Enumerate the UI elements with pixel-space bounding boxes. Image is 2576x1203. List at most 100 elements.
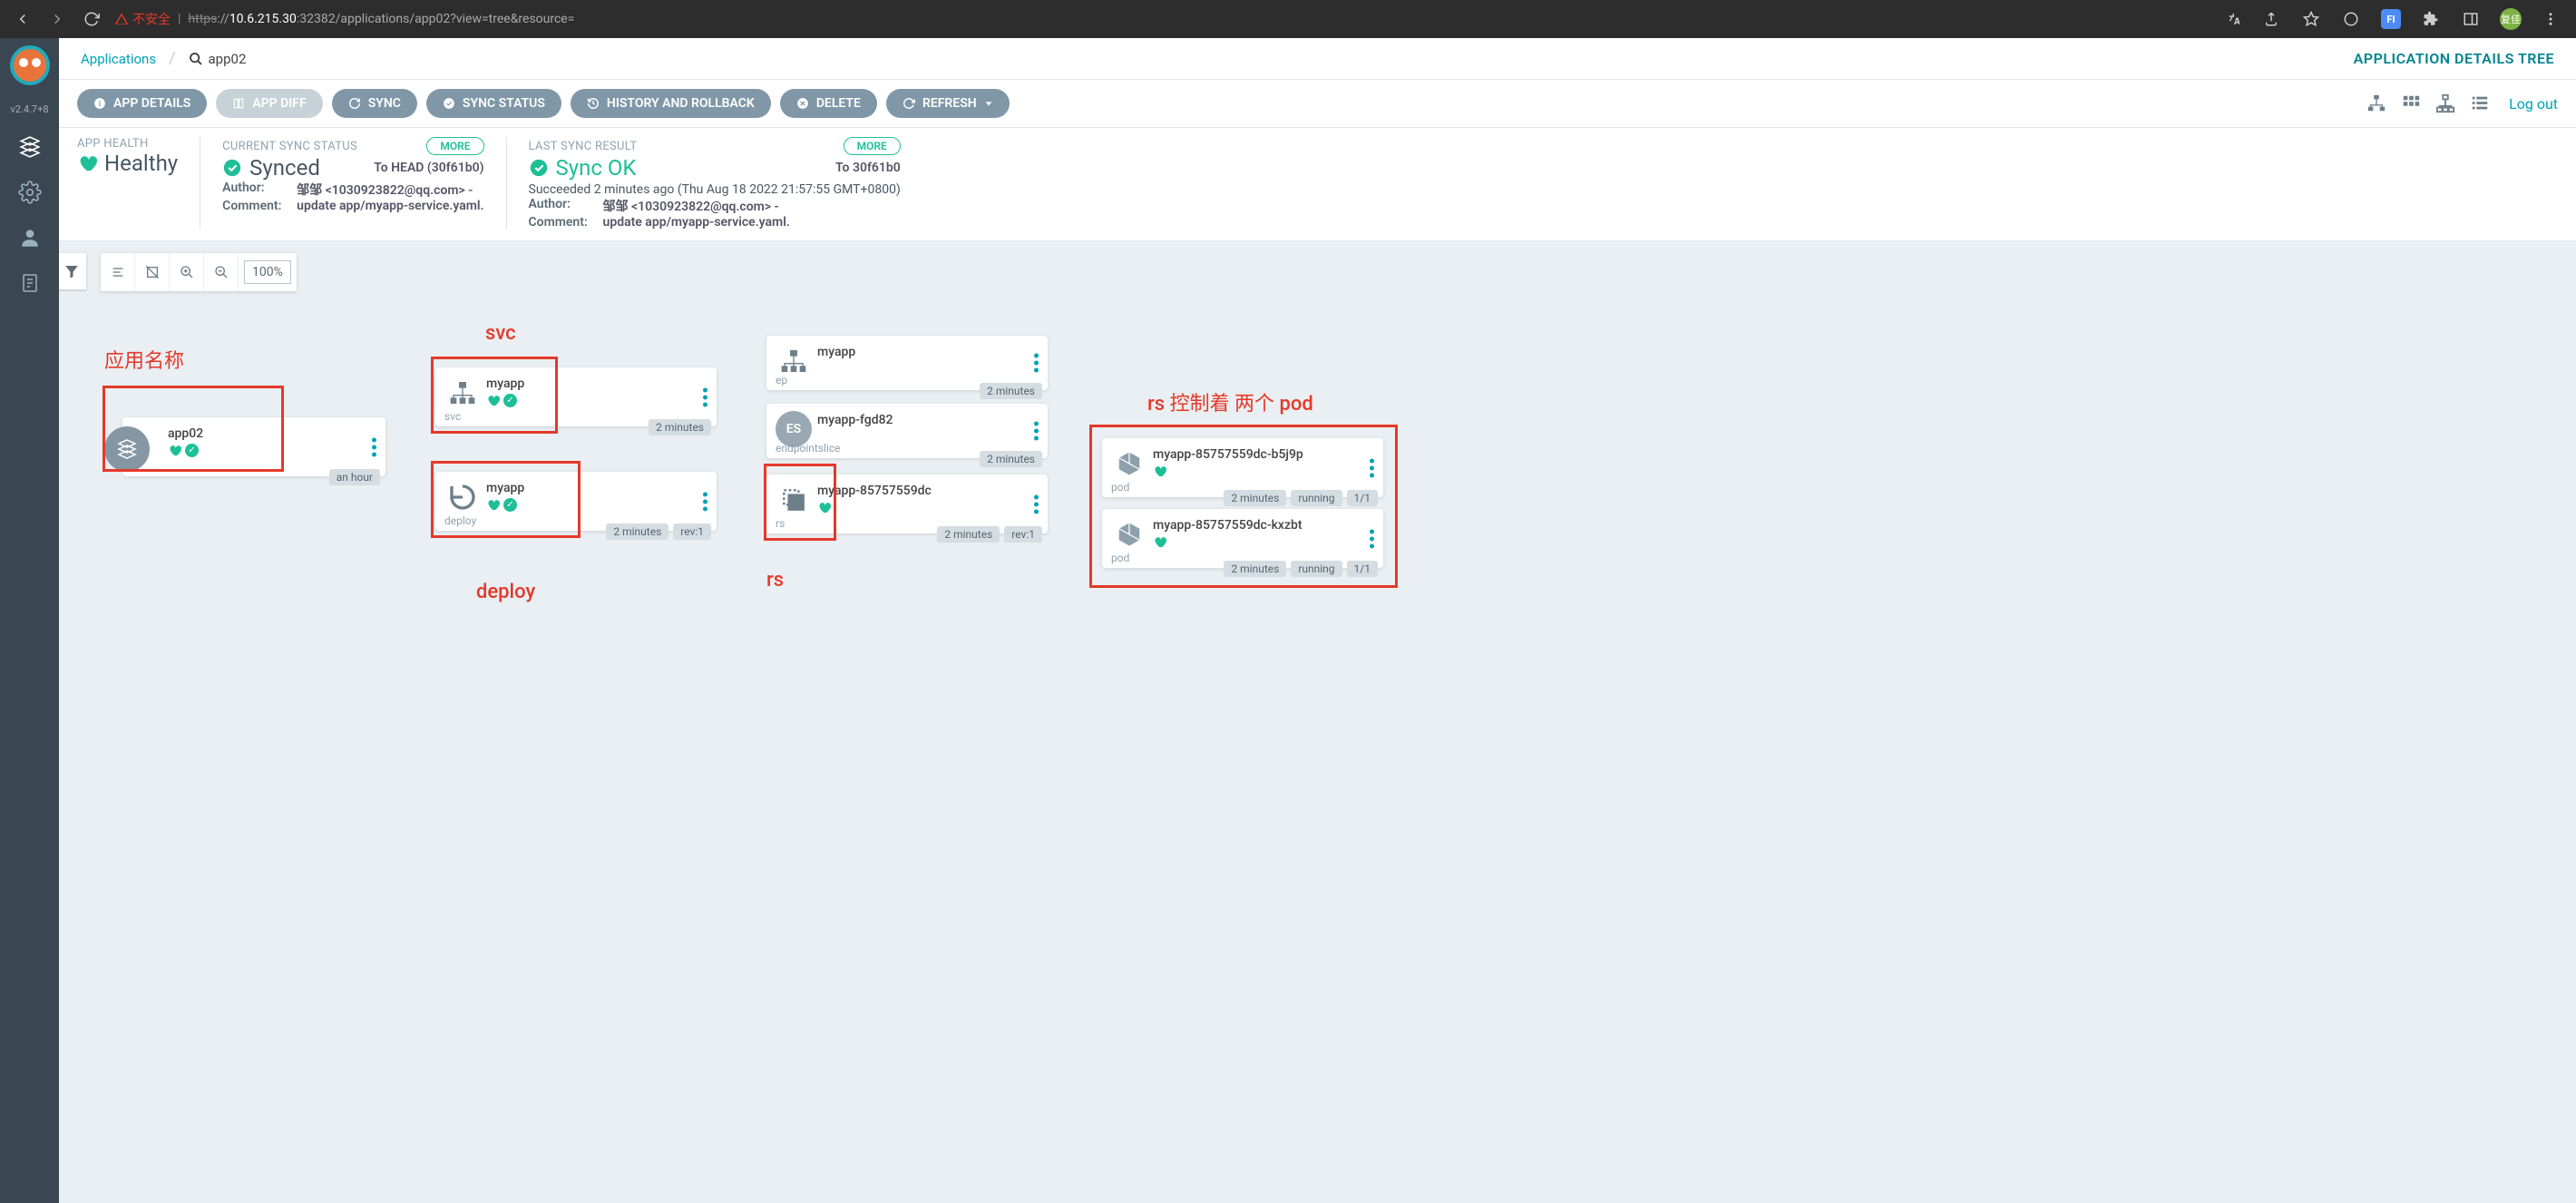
annotation-appname: 应用名称 <box>104 345 184 374</box>
star-icon[interactable] <box>2297 5 2326 34</box>
sidebar-user-icon[interactable] <box>16 224 44 251</box>
node-menu-icon[interactable] <box>1034 354 1039 373</box>
circle-icon[interactable] <box>2337 5 2366 34</box>
zoom-bar: 100% <box>101 253 297 291</box>
forward-icon[interactable] <box>45 7 69 31</box>
zoom-pct[interactable]: 100% <box>244 260 291 284</box>
status-last-sync: LAST SYNC RESULT MORE Sync OK To 30f61b0… <box>529 137 922 230</box>
pod-icon <box>1111 516 1147 553</box>
logo-icon[interactable] <box>10 45 50 85</box>
panel-icon[interactable] <box>2456 5 2485 34</box>
view-list-icon[interactable] <box>2467 91 2493 116</box>
delete-icon <box>796 97 809 110</box>
align-icon[interactable] <box>101 253 135 291</box>
breadcrumb-root[interactable]: Applications <box>81 51 156 67</box>
node-menu-icon[interactable] <box>703 492 707 511</box>
node-menu-icon[interactable] <box>372 437 376 456</box>
app-diff-button[interactable]: APP DIFF <box>216 89 322 118</box>
history-icon <box>587 97 600 110</box>
heart-icon <box>77 153 97 173</box>
breadcrumb-sep: / <box>169 49 175 68</box>
version-text: v2.4.7+8 <box>10 103 48 115</box>
sync-button[interactable]: SYNC <box>332 89 417 118</box>
page-title: APPLICATION DETAILS TREE <box>2354 50 2554 67</box>
filter-icon[interactable] <box>59 253 86 289</box>
zoom-out-icon[interactable] <box>204 253 239 291</box>
history-button[interactable]: HISTORY AND ROLLBACK <box>571 89 771 118</box>
annotation-deploy: deploy <box>476 581 535 603</box>
node-endpointslice[interactable]: ES endpointslice myapp-fgd82 2 minutes <box>766 404 1048 458</box>
heart-icon <box>817 501 831 514</box>
refresh-icon <box>903 97 915 110</box>
browser-chrome: 不安全 | https://10.6.215.30:32382/applicat… <box>0 0 2576 38</box>
kebab-icon[interactable] <box>2536 5 2565 34</box>
fit-icon[interactable] <box>135 253 170 291</box>
refresh-button[interactable]: REFRESH <box>886 89 1010 118</box>
check-circle-icon <box>222 158 242 178</box>
breadcrumb-current[interactable]: app02 <box>189 51 247 67</box>
avatar[interactable]: 复佳 <box>2496 5 2525 34</box>
status-sync: CURRENT SYNC STATUS MORE Synced To HEAD … <box>222 137 506 230</box>
node-deploy[interactable]: deploy myapp ✓ 2 minutesrev:1 <box>435 472 717 531</box>
sidebar-settings-icon[interactable] <box>16 179 44 206</box>
check-icon: ✓ <box>503 394 517 407</box>
annotation-svc: svc <box>485 322 516 345</box>
node-menu-icon[interactable] <box>1370 458 1374 477</box>
delete-button[interactable]: DELETE <box>780 89 877 118</box>
node-ep[interactable]: ep myapp 2 minutes <box>766 336 1048 390</box>
check-icon: ✓ <box>503 498 517 512</box>
node-app-root[interactable]: app02 ✓ an hour <box>122 417 385 476</box>
share-icon[interactable] <box>2257 5 2286 34</box>
node-menu-icon[interactable] <box>1034 422 1039 441</box>
node-pod-1[interactable]: pod myapp-85757559dc-b5j9p 2 minutesrunn… <box>1102 438 1383 497</box>
pod-icon <box>1111 445 1147 482</box>
node-menu-icon[interactable] <box>1370 529 1374 548</box>
deploy-icon <box>444 479 481 515</box>
url-bar[interactable]: 不安全 | https://10.6.215.30:32382/applicat… <box>114 10 574 28</box>
sidebar-apps-icon[interactable] <box>16 133 44 161</box>
translate-icon[interactable] <box>2217 5 2246 34</box>
logout-link[interactable]: Log out <box>2509 95 2558 112</box>
service-icon <box>444 375 481 411</box>
extension-fi-icon[interactable]: FI <box>2376 5 2405 34</box>
back-icon[interactable] <box>11 7 34 31</box>
diff-icon <box>232 97 245 110</box>
node-pod-2[interactable]: pod myapp-85757559dc-kxzbt 2 minutesrunn… <box>1102 509 1383 568</box>
puzzle-icon[interactable] <box>2416 5 2445 34</box>
chevron-down-icon <box>984 99 993 108</box>
heart-icon <box>168 444 181 457</box>
status-health: APP HEALTH Healthy <box>77 137 200 230</box>
search-icon <box>189 52 203 66</box>
node-rs[interactable]: rs myapp-85757559dc 2 minutesrev:1 <box>766 474 1048 533</box>
check-circle-icon <box>529 158 549 178</box>
view-grid-icon[interactable] <box>2398 91 2424 116</box>
check-icon <box>443 97 455 110</box>
svg-text:i: i <box>99 99 101 108</box>
status-row: APP HEALTH Healthy CURRENT SYNC STATUS M… <box>59 128 2576 240</box>
sidebar: v2.4.7+8 <box>0 38 59 1203</box>
annotation-rs-pod: rs 控制着 两个 pod <box>1147 387 1313 416</box>
check-icon: ✓ <box>185 444 199 457</box>
zoom-in-icon[interactable] <box>170 253 204 291</box>
toolbar: i APP DETAILS APP DIFF SYNC SYNC STATUS … <box>59 80 2576 128</box>
more-button[interactable]: MORE <box>426 137 483 155</box>
sync-status-button[interactable]: SYNC STATUS <box>426 89 561 118</box>
view-network-icon[interactable] <box>2433 91 2458 116</box>
heart-icon <box>1153 465 1166 478</box>
refresh-icon[interactable] <box>80 7 103 31</box>
heart-icon <box>486 394 500 407</box>
node-svc[interactable]: svc myapp ✓ 2 minutes <box>435 367 717 426</box>
stack-icon <box>104 426 150 472</box>
node-menu-icon[interactable] <box>703 387 707 406</box>
sidebar-docs-icon[interactable] <box>16 269 44 297</box>
sync-icon <box>348 97 361 110</box>
tree-canvas[interactable]: 100% app02 ✓ <box>59 240 2576 1203</box>
more-button-2[interactable]: MORE <box>844 137 901 155</box>
info-icon: i <box>93 97 106 110</box>
node-menu-icon[interactable] <box>1034 494 1039 513</box>
app-details-button[interactable]: i APP DETAILS <box>77 89 207 118</box>
annotation-rs: rs <box>766 569 784 592</box>
view-tree-icon[interactable] <box>2364 91 2389 116</box>
breadcrumb: Applications / app02 APPLICATION DETAILS… <box>59 38 2576 80</box>
insecure-badge: 不安全 <box>114 10 171 28</box>
